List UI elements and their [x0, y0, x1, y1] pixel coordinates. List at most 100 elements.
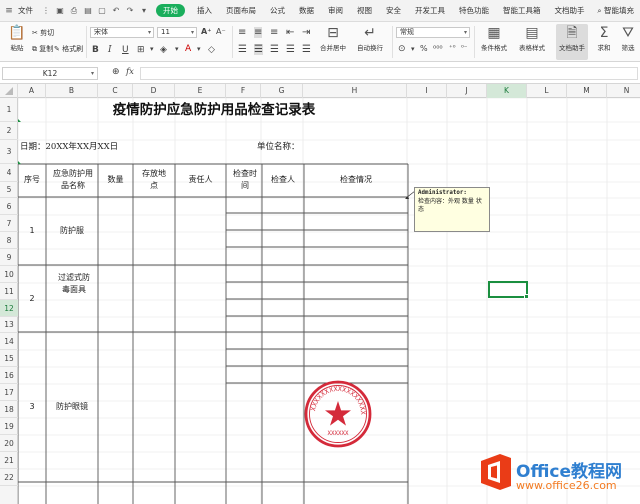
chevron-down-icon[interactable]: ▾ — [175, 45, 179, 53]
row-header-14[interactable]: 14 — [0, 333, 18, 350]
header-item-name[interactable]: 应急防护用品名称 — [50, 164, 96, 196]
column-header-l[interactable]: L — [527, 84, 567, 98]
increase-font-icon[interactable]: A⁺ — [201, 27, 211, 36]
align-right-icon[interactable]: ☰ — [270, 44, 279, 55]
row-header-18[interactable]: 18 — [0, 401, 18, 418]
tab-formulas[interactable]: 公式 — [270, 5, 285, 16]
print-icon[interactable]: ▤ — [82, 5, 94, 17]
zoom-icon[interactable]: ⊕ — [112, 67, 120, 77]
increase-decimal-icon[interactable]: ⁺⁰ — [449, 44, 456, 52]
indent-right-icon[interactable]: ⇥ — [302, 27, 310, 38]
cut-button[interactable]: ✂ 剪切 — [32, 28, 54, 38]
doc-assistant-button[interactable]: 🗎 文档助手 — [556, 24, 588, 60]
paste-button[interactable]: 📋 粘贴 — [2, 24, 32, 60]
column-header-f[interactable]: F — [226, 84, 261, 98]
row-header-5[interactable]: 5 — [0, 182, 18, 198]
align-left-icon[interactable]: ☰ — [238, 44, 247, 55]
tab-developer[interactable]: 开发工具 — [415, 5, 445, 16]
seal-stamp[interactable]: XXXXXXXXXXXXXXXXXXXX XXXXXX — [304, 380, 372, 448]
align-top-icon[interactable]: ≡ — [238, 27, 246, 38]
tab-home[interactable]: 开始 — [156, 4, 185, 17]
tab-review[interactable]: 审阅 — [328, 5, 343, 16]
item-name[interactable]: 防护眼镜 — [46, 332, 98, 482]
header-check-time[interactable]: 检查时间 — [233, 164, 257, 196]
row-header-20[interactable]: 20 — [0, 435, 18, 452]
undo-icon[interactable]: ↶ — [110, 5, 122, 17]
selected-cell-k12[interactable] — [488, 281, 529, 299]
quick-access-icon[interactable]: ⋮ — [40, 5, 52, 17]
wrap-text-button[interactable]: ↵ 自动换行 — [352, 24, 388, 60]
column-header-e[interactable]: E — [175, 84, 226, 98]
export-icon[interactable]: ▢ — [96, 5, 108, 17]
tab-smart-toolbox[interactable]: 智能工具箱 — [503, 5, 541, 16]
thousands-icon[interactable]: ⁰⁰⁰ — [433, 44, 443, 53]
row-header-12[interactable]: 12 — [0, 300, 18, 317]
chevron-down-icon[interactable]: ▾ — [411, 45, 415, 53]
row-header-17[interactable]: 17 — [0, 384, 18, 401]
column-header-b[interactable]: B — [46, 84, 98, 98]
column-header-d[interactable]: D — [133, 84, 175, 98]
copy-button[interactable]: ⧉ 复制 — [32, 44, 53, 54]
header-location[interactable]: 存放地点 — [142, 164, 166, 196]
item-seq[interactable]: 2 — [18, 265, 46, 332]
column-header-a[interactable]: A — [18, 84, 46, 98]
underline-icon[interactable]: U — [122, 45, 129, 55]
tab-view[interactable]: 视图 — [357, 5, 372, 16]
row-header-6[interactable]: 6 — [0, 198, 18, 215]
column-header-c[interactable]: C — [98, 84, 133, 98]
fx-icon[interactable]: fx — [126, 67, 134, 77]
column-header-h[interactable]: H — [303, 84, 407, 98]
clear-format-icon[interactable]: ◇ — [208, 45, 215, 55]
row-header-10[interactable]: 10 — [0, 266, 18, 283]
formula-input[interactable] — [140, 67, 638, 80]
item-seq[interactable]: 3 — [18, 332, 46, 482]
date-label[interactable]: 日期：20XX年XX月XX日 — [20, 140, 118, 152]
row-header-16[interactable]: 16 — [0, 367, 18, 384]
tab-page-layout[interactable]: 页面布局 — [226, 5, 256, 16]
save-icon[interactable]: ▣ — [54, 5, 66, 17]
percent-icon[interactable]: % — [420, 44, 428, 53]
cell-comment[interactable]: Administrator: 检查内容：外观 数量 状态 — [414, 187, 490, 232]
bold-icon[interactable]: B — [92, 45, 99, 55]
row-header-1[interactable]: 1 — [0, 98, 18, 122]
column-header-m[interactable]: M — [567, 84, 607, 98]
chevron-down-icon[interactable]: ▾ — [197, 45, 201, 53]
column-header-i[interactable]: I — [407, 84, 447, 98]
borders-icon[interactable]: ⊞ — [137, 45, 145, 55]
tab-security[interactable]: 安全 — [386, 5, 401, 16]
header-status[interactable]: 检查情况 — [304, 164, 408, 196]
currency-icon[interactable]: ⊙ — [398, 44, 406, 54]
column-header-n[interactable]: N — [607, 84, 640, 98]
column-header-j[interactable]: J — [447, 84, 487, 98]
header-inspector[interactable]: 检查人 — [262, 164, 304, 196]
conditional-format-button[interactable]: ▦ 条件格式 — [476, 24, 512, 60]
row-header-2[interactable]: 2 — [0, 122, 18, 140]
distributed-icon[interactable]: ☰ — [302, 44, 311, 55]
tab-special[interactable]: 特色功能 — [459, 5, 489, 16]
header-owner[interactable]: 责任人 — [175, 164, 226, 196]
tab-insert[interactable]: 插入 — [197, 5, 212, 16]
file-menu[interactable]: 文件 — [18, 5, 33, 16]
number-format-select[interactable]: 常规 ▾ — [396, 27, 470, 38]
more-icon[interactable]: ▾ — [138, 5, 150, 17]
indent-left-icon[interactable]: ⇤ — [286, 27, 294, 38]
chevron-down-icon[interactable]: ▾ — [150, 45, 154, 53]
column-header-g[interactable]: G — [261, 84, 303, 98]
filter-button[interactable]: ⛛ 筛选 — [616, 24, 640, 60]
row-header-7[interactable]: 7 — [0, 215, 18, 232]
row-header-19[interactable]: 19 — [0, 418, 18, 435]
font-color-icon[interactable]: A — [185, 44, 191, 54]
decrease-font-icon[interactable]: A⁻ — [216, 27, 226, 36]
item-seq[interactable]: 1 — [18, 197, 46, 265]
tab-data[interactable]: 数据 — [299, 5, 314, 16]
smart-fill-search[interactable]: ⌕ 智能填充 — [597, 5, 634, 16]
row-header-4[interactable]: 4 — [0, 164, 18, 182]
decrease-decimal-icon[interactable]: ⁰⁻ — [461, 44, 468, 52]
align-middle-icon[interactable]: ≡ — [254, 27, 263, 38]
name-box[interactable]: K12 ▾ — [2, 67, 98, 80]
align-bottom-icon[interactable]: ≡ — [270, 27, 278, 38]
row-header-3[interactable]: 3 — [0, 140, 18, 164]
format-painter-button[interactable]: ✎ 格式刷 — [54, 44, 83, 54]
align-center-icon[interactable]: ☰ — [254, 44, 263, 55]
select-all-corner[interactable] — [0, 84, 18, 98]
